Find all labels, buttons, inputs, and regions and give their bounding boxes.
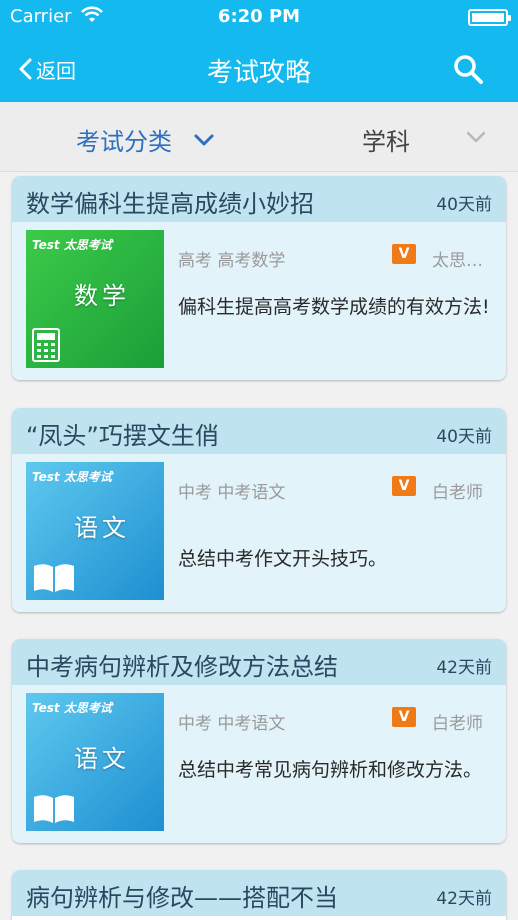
thumbnail-brand: Test 太思考试	[32, 238, 112, 252]
status-bar: Carrier 6:20 PM	[0, 0, 518, 36]
filter-category-label: 考试分类	[76, 128, 172, 156]
article-title: “凤头”巧摆文生俏	[26, 422, 219, 450]
filter-subject-label: 学科	[362, 128, 410, 156]
article-title: 病句辨析与修改——搭配不当	[26, 884, 338, 912]
article-author: 太思…	[432, 251, 483, 271]
clock: 6:20 PM	[217, 6, 301, 27]
thumbnail-brand: Test 太思考试	[32, 701, 112, 715]
article-header: 中考病句辨析及修改方法总结 42天前	[12, 639, 506, 685]
verified-badge: V	[392, 707, 416, 727]
article-tags: 中考 中考语文	[178, 483, 286, 503]
article-thumbnail: Test 太思考试 语文	[26, 693, 164, 831]
thumbnail-brand: Test 太思考试	[32, 470, 112, 484]
article-thumbnail: Test 太思考试 数学	[26, 230, 164, 368]
article-description: 偏科生提高高考数学成绩的有效方法!	[178, 296, 490, 318]
article-card[interactable]: 中考病句辨析及修改方法总结 42天前 Test 太思考试 语文 中考 中考语文 …	[12, 639, 506, 843]
article-card[interactable]: “凤头”巧摆文生俏 40天前 Test 太思考试 语文 中考 中考语文 V 白老…	[12, 408, 506, 612]
thumbnail-subject: 语文	[74, 514, 130, 542]
article-time: 40天前	[436, 195, 492, 215]
thumbnail-subject: 数学	[74, 282, 130, 310]
article-thumbnail: Test 太思考试 语文	[26, 462, 164, 600]
filter-category[interactable]: 考试分类	[76, 122, 214, 157]
article-body: Test 太思考试 语文 中考 中考语文 V 白老师 总结中考作文开头技巧。	[12, 454, 506, 612]
article-time: 42天前	[436, 658, 492, 678]
article-time: 40天前	[436, 427, 492, 447]
article-card[interactable]: 数学偏科生提高成绩小妙招 40天前 Test 太思考试 数学 高考 高考数学 V…	[12, 176, 506, 380]
article-body: Test 太思考试 数学 高考 高考数学 V 太思… 偏科生提高高考数学成绩的有…	[12, 222, 506, 380]
article-header: “凤头”巧摆文生俏 40天前	[12, 408, 506, 454]
article-card[interactable]: 病句辨析与修改——搭配不当 42天前	[12, 870, 506, 920]
verified-badge: V	[392, 244, 416, 264]
article-body: Test 太思考试 语文 中考 中考语文 V 白老师 总结中考常见病句辨析和修改…	[12, 685, 506, 843]
article-title: 中考病句辨析及修改方法总结	[26, 653, 338, 681]
chevron-down-icon[interactable]	[466, 131, 486, 143]
filter-bar: 考试分类 学科	[0, 102, 518, 172]
article-author: 白老师	[432, 483, 483, 503]
open-book-icon	[34, 795, 74, 823]
search-icon[interactable]	[452, 53, 484, 85]
article-tags: 高考 高考数学	[178, 251, 286, 271]
article-time: 42天前	[436, 889, 492, 909]
verified-badge: V	[392, 476, 416, 496]
article-tags: 中考 中考语文	[178, 714, 286, 734]
chevron-down-icon	[194, 134, 214, 145]
article-description: 总结中考作文开头技巧。	[178, 548, 388, 570]
article-header: 数学偏科生提高成绩小妙招 40天前	[12, 176, 506, 222]
nav-bar: 返回 考试攻略	[0, 36, 518, 102]
article-author: 白老师	[432, 714, 483, 734]
calculator-icon	[32, 328, 60, 362]
battery-icon	[468, 9, 511, 26]
article-title: 数学偏科生提高成绩小妙招	[26, 190, 314, 218]
open-book-icon	[34, 564, 74, 592]
filter-subject[interactable]: 学科	[362, 122, 410, 157]
article-header: 病句辨析与修改——搭配不当 42天前	[12, 870, 506, 916]
thumbnail-subject: 语文	[74, 745, 130, 773]
article-description: 总结中考常见病句辨析和修改方法。	[178, 759, 483, 781]
page-title: 考试攻略	[206, 58, 311, 88]
